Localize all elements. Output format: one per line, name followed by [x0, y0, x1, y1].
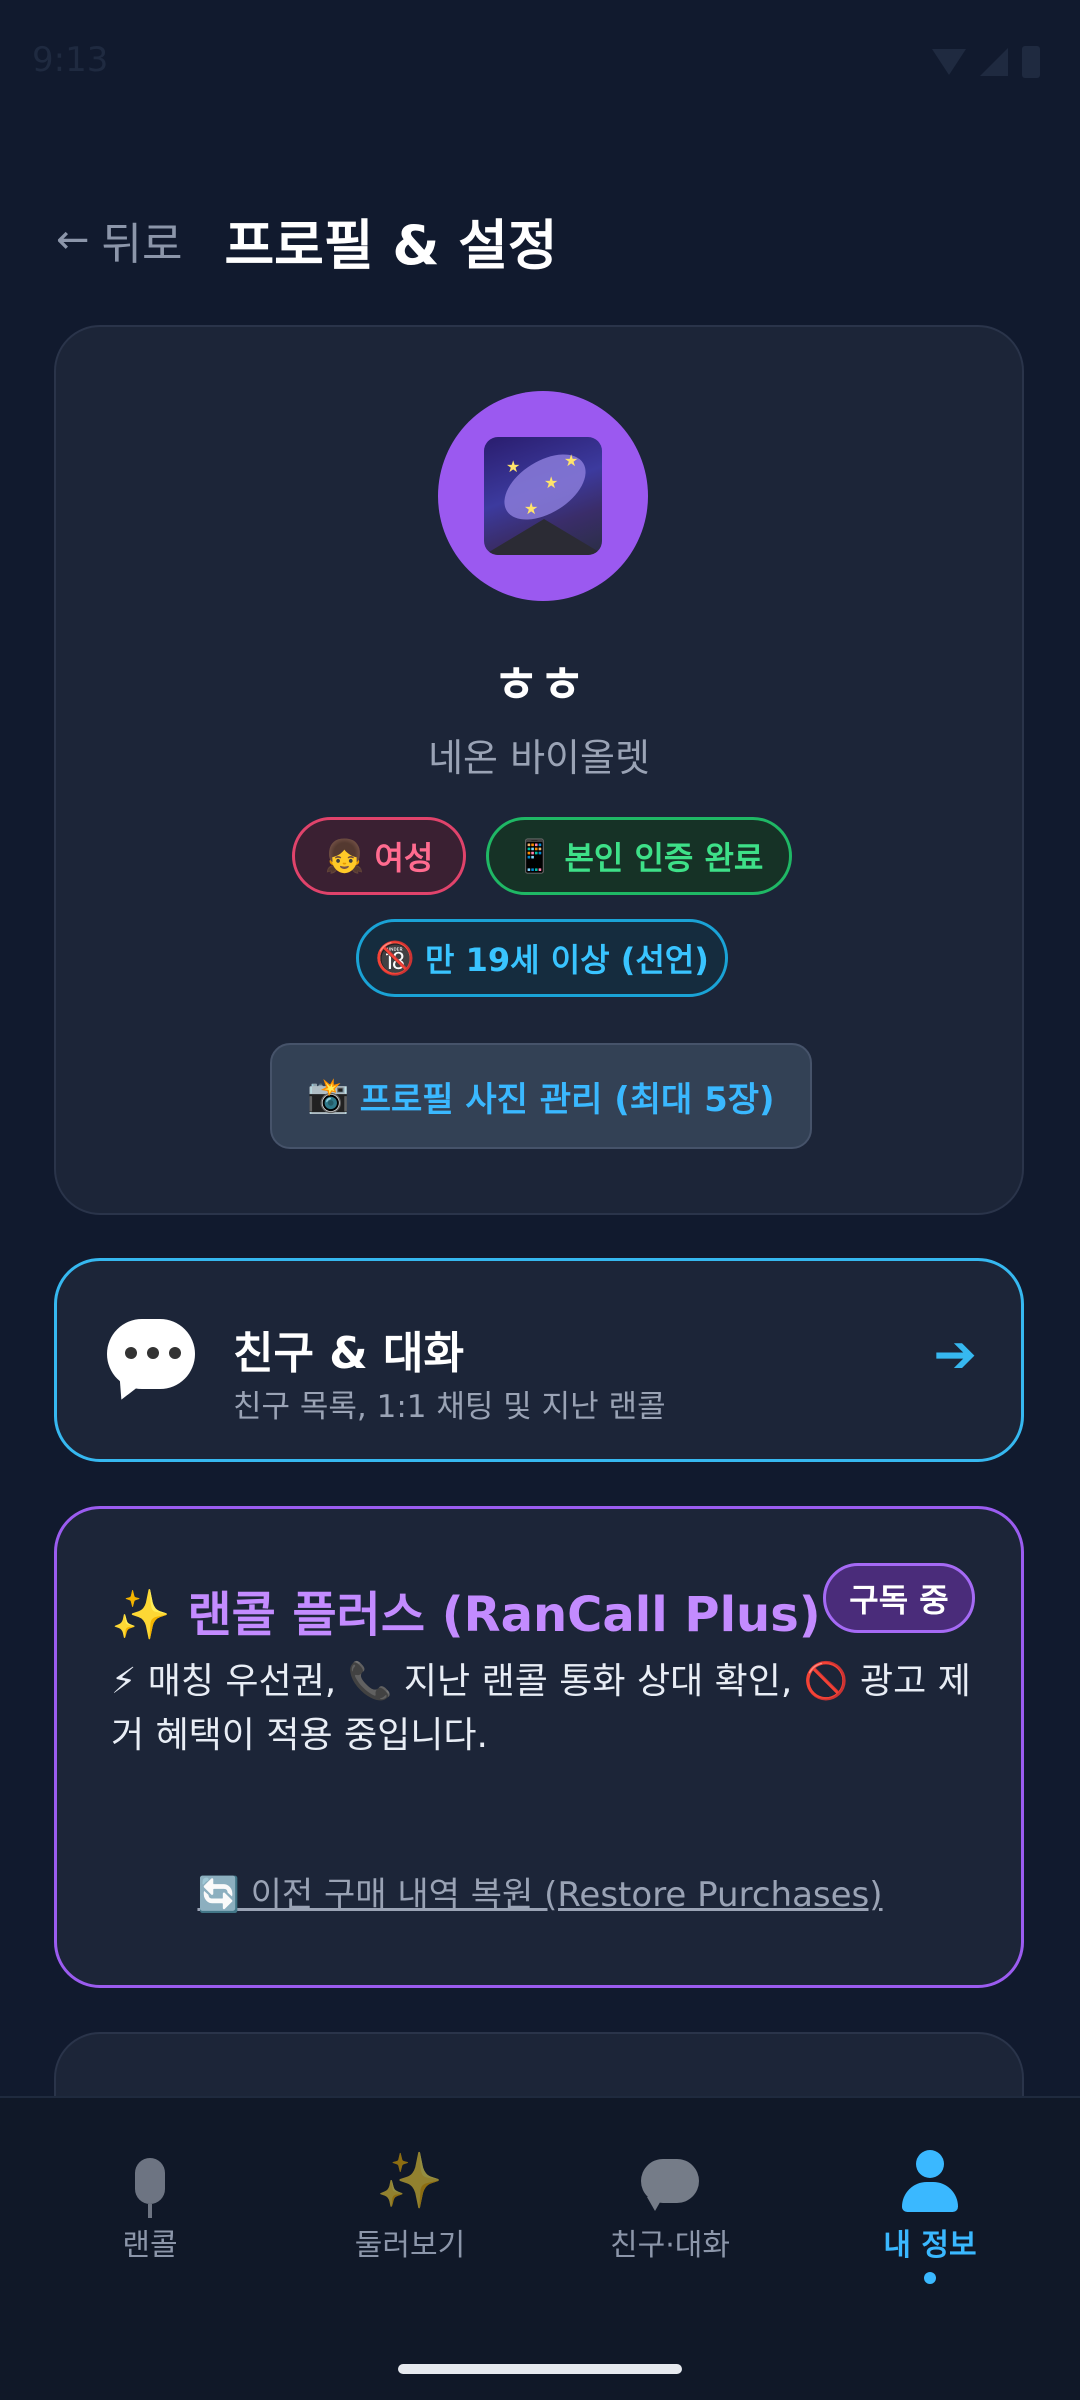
bottom-navigation: 랜콜 ✨ 둘러보기 친구·대화 내 정보	[0, 2096, 1080, 2400]
arrow-right-icon: ➔	[933, 1325, 977, 1385]
gender-badge: 👧 여성	[292, 817, 466, 895]
wifi-icon	[932, 49, 966, 75]
nav-item-explore[interactable]: ✨ 둘러보기	[300, 2146, 520, 2264]
nav-item-rancall[interactable]: 랜콜	[40, 2146, 260, 2264]
status-time: 9:13	[32, 40, 109, 80]
girl-icon: 👧	[324, 837, 365, 875]
active-indicator-dot	[924, 2272, 936, 2284]
nav-label-explore: 둘러보기	[354, 2228, 466, 2263]
nav-item-friends-chat[interactable]: 친구·대화	[560, 2146, 780, 2264]
nav-item-my-info[interactable]: 내 정보	[820, 2146, 1040, 2284]
gender-badge-label: 여성	[374, 839, 434, 877]
speech-bubble-icon	[560, 2146, 780, 2216]
manage-photos-label: 프로필 사진 관리 (최대 5장)	[359, 1079, 775, 1120]
header: ← 뒤로 프로필 & 설정	[56, 205, 558, 277]
home-indicator[interactable]	[398, 2364, 682, 2374]
plus-card-title: ✨ 랜콜 플러스 (RanCall Plus)	[111, 1587, 821, 1643]
nav-label-friends-chat: 친구·대화	[610, 2228, 730, 2263]
restore-purchases-link[interactable]: 🔄 이전 구매 내역 복원 (Restore Purchases)	[57, 1867, 1023, 1916]
page-title: 프로필 & 설정	[224, 213, 558, 277]
profile-card: ★ ★ ★ ★ ㅎㅎ 네온 바이올렛 👧 여성 📱 본인 인증 완료 🔞 만 1…	[54, 325, 1024, 1215]
signal-icon	[980, 48, 1008, 76]
profile-avatar[interactable]: ★ ★ ★ ★	[438, 391, 648, 601]
battery-icon	[1022, 46, 1040, 78]
microphone-icon	[40, 2146, 260, 2218]
status-icons	[932, 46, 1040, 78]
back-arrow-icon: ←	[56, 217, 90, 263]
subscription-status-badge: 구독 중	[823, 1563, 975, 1633]
plus-card-description: ⚡ 매칭 우선권, 📞 지난 랜콜 통화 상대 확인, 🚫 광고 제거 혜택이 …	[111, 1661, 971, 1756]
mobile-phone-icon: 📱	[514, 837, 555, 875]
friends-card-subtitle: 친구 목록, 1:1 채팅 및 지난 랜콜	[233, 1389, 666, 1425]
profile-name: ㅎㅎ	[493, 656, 585, 714]
milky-way-icon: ★ ★ ★ ★	[484, 437, 602, 555]
person-icon	[820, 2146, 1040, 2216]
age-badge-label: 만 19세 이상 (선언)	[425, 941, 709, 979]
nav-label-rancall: 랜콜	[122, 2228, 178, 2263]
friends-chat-card[interactable]: 친구 & 대화 친구 목록, 1:1 채팅 및 지난 랜콜 ➔	[54, 1258, 1024, 1462]
camera-flash-icon: 📸	[307, 1076, 350, 1116]
sparkles-icon: ✨	[376, 2149, 444, 2212]
verification-badge: 📱 본인 인증 완료	[486, 817, 792, 895]
friends-card-title: 친구 & 대화	[233, 1328, 464, 1379]
status-bar: 9:13	[0, 0, 1080, 120]
profile-settings-screen: 9:13 ← 뒤로 프로필 & 설정 ★ ★ ★ ★ ㅎㅎ 네온 바이올렛 👧 …	[0, 0, 1080, 2400]
profile-subtitle: 네온 바이올렛	[428, 736, 650, 780]
rancall-plus-card: ✨ 랜콜 플러스 (RanCall Plus) 구독 중 ⚡ 매칭 우선권, 📞…	[54, 1506, 1024, 1988]
nav-label-my-info: 내 정보	[883, 2228, 977, 2263]
verification-badge-label: 본인 인증 완료	[564, 839, 764, 877]
age-badge: 🔞 만 19세 이상 (선언)	[356, 919, 728, 997]
back-button[interactable]: ← 뒤로	[56, 208, 182, 272]
back-label: 뒤로	[101, 219, 183, 270]
no-under-18-icon: 🔞	[375, 939, 415, 977]
manage-photos-button[interactable]: 📸 프로필 사진 관리 (최대 5장)	[270, 1043, 812, 1149]
speech-bubble-icon	[107, 1319, 195, 1389]
